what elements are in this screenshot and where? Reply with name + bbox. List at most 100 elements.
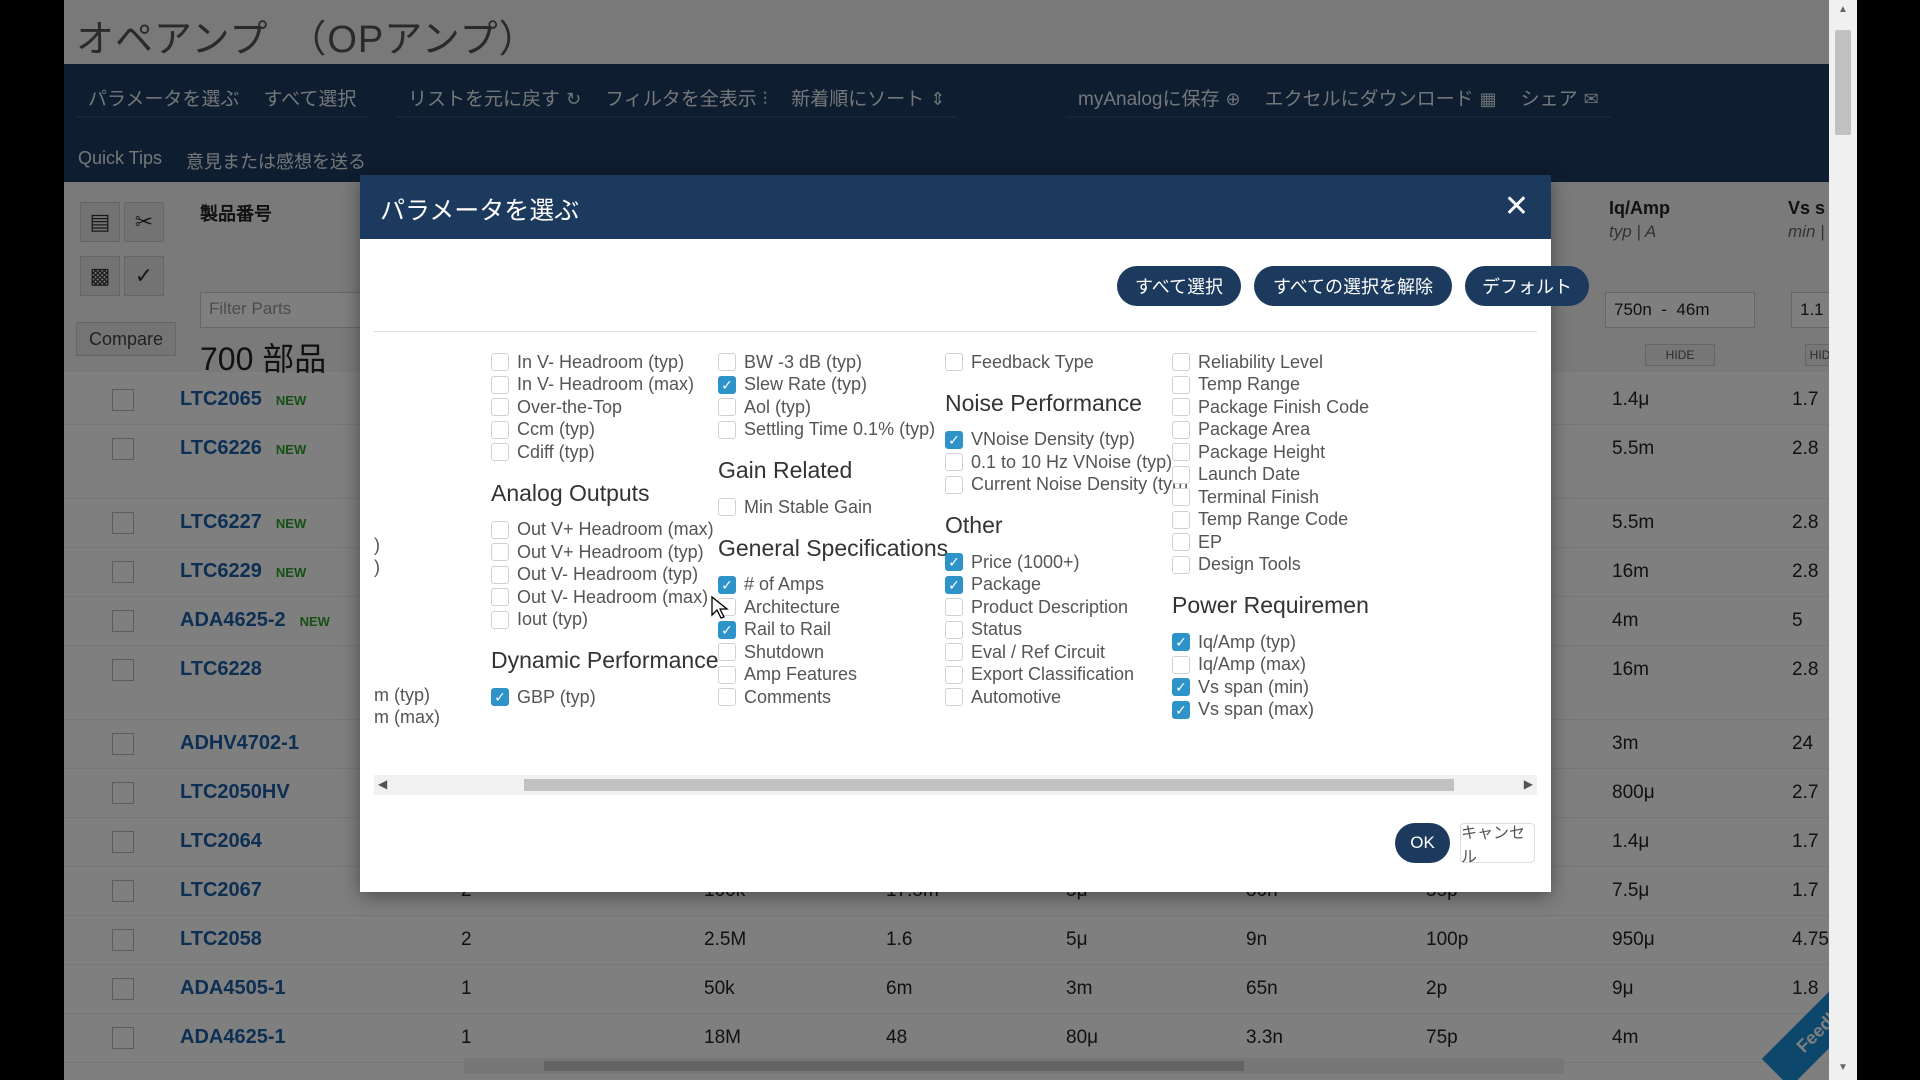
param-option[interactable]: Package Area xyxy=(1172,419,1369,442)
checkbox-unchecked[interactable] xyxy=(491,543,509,562)
checkbox-unchecked[interactable] xyxy=(718,398,736,417)
param-option[interactable]: EP xyxy=(1172,531,1369,554)
checkbox-unchecked[interactable] xyxy=(945,665,963,684)
checkbox-checked[interactable] xyxy=(945,430,963,449)
param-option[interactable]: Iq/Amp (typ) xyxy=(1172,631,1369,654)
checkbox-unchecked[interactable] xyxy=(718,665,736,684)
checkbox-unchecked[interactable] xyxy=(491,443,509,462)
param-option[interactable]: Architecture xyxy=(718,596,948,619)
checkbox-checked[interactable] xyxy=(491,688,509,707)
checkbox-checked[interactable] xyxy=(1172,700,1190,719)
checkbox-unchecked[interactable] xyxy=(945,643,963,662)
checkbox-unchecked[interactable] xyxy=(1172,655,1190,674)
checkbox-unchecked[interactable] xyxy=(718,353,736,372)
checkbox-unchecked[interactable] xyxy=(491,588,509,607)
ok-button[interactable]: OK xyxy=(1395,823,1450,863)
checkbox-unchecked[interactable] xyxy=(1172,375,1190,394)
modal-horizontal-scrollbar[interactable]: ◀ ▶ xyxy=(374,775,1537,795)
param-option[interactable]: Amp Features xyxy=(718,664,948,687)
scroll-left-icon[interactable]: ◀ xyxy=(378,777,387,791)
checkbox-unchecked[interactable] xyxy=(491,375,509,394)
checkbox-unchecked[interactable] xyxy=(945,353,963,372)
param-option[interactable]: Over-the-Top xyxy=(491,396,719,419)
modal-deselect-all-button[interactable]: すべての選択を解除 xyxy=(1254,266,1452,306)
param-option[interactable]: Package Finish Code xyxy=(1172,396,1369,419)
param-option[interactable]: Reliability Level xyxy=(1172,351,1369,374)
scroll-right-icon[interactable]: ▶ xyxy=(1524,777,1533,791)
param-option[interactable]: Temp Range Code xyxy=(1172,509,1369,532)
modal-select-all-button[interactable]: すべて選択 xyxy=(1117,266,1241,306)
param-option[interactable]: GBP (typ) xyxy=(491,686,719,709)
checkbox-unchecked[interactable] xyxy=(491,520,509,539)
checkbox-unchecked[interactable] xyxy=(491,420,509,439)
checkbox-unchecked[interactable] xyxy=(491,565,509,584)
param-option[interactable]: Rail to Rail xyxy=(718,619,948,642)
checkbox-unchecked[interactable] xyxy=(945,620,963,639)
param-option[interactable]: Cdiff (typ) xyxy=(491,441,719,464)
param-option[interactable]: Package xyxy=(945,574,1188,597)
checkbox-unchecked[interactable] xyxy=(718,688,736,707)
param-option[interactable]: Feedback Type xyxy=(945,351,1188,374)
checkbox-checked[interactable] xyxy=(945,575,963,594)
param-option[interactable]: Out V+ Headroom (max) xyxy=(491,519,719,542)
cancel-button[interactable]: キャンセル xyxy=(1460,823,1535,866)
checkbox-unchecked[interactable] xyxy=(1172,398,1190,417)
param-option[interactable]: Aol (typ) xyxy=(718,396,948,419)
checkbox-unchecked[interactable] xyxy=(1172,488,1190,507)
checkbox-unchecked[interactable] xyxy=(718,498,736,517)
checkbox-unchecked[interactable] xyxy=(491,610,509,629)
param-option[interactable]: Settling Time 0.1% (typ) xyxy=(718,419,948,442)
checkbox-checked[interactable] xyxy=(1172,633,1190,652)
checkbox-unchecked[interactable] xyxy=(491,398,509,417)
param-option[interactable]: Automotive xyxy=(945,686,1188,709)
param-option[interactable]: Temp Range xyxy=(1172,374,1369,397)
checkbox-unchecked[interactable] xyxy=(945,598,963,617)
checkbox-unchecked[interactable] xyxy=(945,475,963,494)
checkbox-unchecked[interactable] xyxy=(1172,555,1190,574)
modal-default-button[interactable]: デフォルト xyxy=(1465,266,1589,306)
checkbox-checked[interactable] xyxy=(718,575,736,594)
checkbox-unchecked[interactable] xyxy=(718,420,736,439)
checkbox-unchecked[interactable] xyxy=(718,643,736,662)
close-icon[interactable]: ✕ xyxy=(1504,189,1529,224)
page-scroll-thumb[interactable] xyxy=(1835,30,1851,135)
checkbox-checked[interactable] xyxy=(718,375,736,394)
checkbox-unchecked[interactable] xyxy=(1172,443,1190,462)
param-option[interactable]: 0.1 to 10 Hz VNoise (typ) xyxy=(945,451,1188,474)
param-option[interactable]: Launch Date xyxy=(1172,464,1369,487)
checkbox-unchecked[interactable] xyxy=(945,453,963,472)
param-option[interactable]: Shutdown xyxy=(718,641,948,664)
checkbox-unchecked[interactable] xyxy=(491,353,509,372)
scroll-down-icon[interactable]: ▼ xyxy=(1838,1062,1848,1073)
param-option[interactable]: BW -3 dB (typ) xyxy=(718,351,948,374)
checkbox-checked[interactable] xyxy=(945,553,963,572)
param-option[interactable]: Vs span (min) xyxy=(1172,676,1369,699)
param-option[interactable]: Out V+ Headroom (typ) xyxy=(491,541,719,564)
param-option[interactable]: Vs span (max) xyxy=(1172,699,1369,722)
param-option[interactable]: Iq/Amp (max) xyxy=(1172,654,1369,677)
param-option[interactable]: In V- Headroom (typ) xyxy=(491,351,719,374)
param-option[interactable]: Terminal Finish xyxy=(1172,486,1369,509)
page-vertical-scrollbar[interactable]: ▲ ▼ xyxy=(1829,0,1857,1080)
checkbox-unchecked[interactable] xyxy=(1172,533,1190,552)
param-option[interactable]: # of Amps xyxy=(718,574,948,597)
param-option[interactable]: Ccm (typ) xyxy=(491,419,719,442)
checkbox-unchecked[interactable] xyxy=(945,688,963,707)
param-option[interactable]: Package Height xyxy=(1172,441,1369,464)
checkbox-checked[interactable] xyxy=(1172,678,1190,697)
param-option[interactable]: VNoise Density (typ) xyxy=(945,429,1188,452)
param-option[interactable]: Price (1000+) xyxy=(945,551,1188,574)
param-option[interactable]: Export Classification xyxy=(945,664,1188,687)
checkbox-checked[interactable] xyxy=(718,620,736,639)
param-option[interactable]: Eval / Ref Circuit xyxy=(945,641,1188,664)
param-option[interactable]: Status xyxy=(945,619,1188,642)
param-option[interactable]: Iout (typ) xyxy=(491,609,719,632)
scroll-up-icon[interactable]: ▲ xyxy=(1838,4,1848,15)
checkbox-unchecked[interactable] xyxy=(1172,353,1190,372)
param-option[interactable]: Design Tools xyxy=(1172,554,1369,577)
param-option[interactable]: Out V- Headroom (typ) xyxy=(491,564,719,587)
checkbox-unchecked[interactable] xyxy=(1172,420,1190,439)
param-option[interactable]: Min Stable Gain xyxy=(718,496,948,519)
checkbox-unchecked[interactable] xyxy=(1172,510,1190,529)
param-option[interactable]: Current Noise Density (typ) xyxy=(945,474,1188,497)
